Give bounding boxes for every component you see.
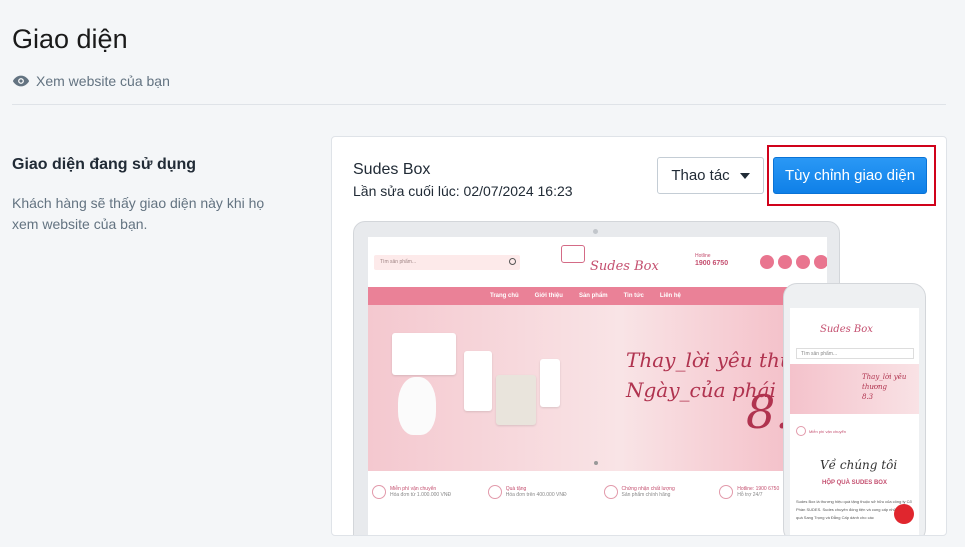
headset-icon bbox=[719, 485, 734, 499]
mobile-preview-frame: Sudes Box Tìm sản phẩm... Thay_lời yêu t… bbox=[783, 283, 926, 535]
cup-image bbox=[540, 359, 560, 407]
truck-icon bbox=[796, 426, 806, 436]
location-icon bbox=[760, 255, 774, 269]
feature-item: Miễn phí vận chuyển Hóa đơn từ 1.000.000 … bbox=[372, 485, 476, 499]
preview-header: Tìm sản phẩm... Sudes Box Hotline 1900 6… bbox=[368, 237, 827, 287]
view-website-link[interactable]: Xem website của bạn bbox=[12, 72, 170, 90]
mobile-preview-screen: Sudes Box Tìm sản phẩm... Thay_lời yêu t… bbox=[790, 308, 919, 535]
mobile-about-title: Về chúng tôi bbox=[820, 458, 898, 472]
customize-theme-button[interactable]: Tùy chỉnh giao diện bbox=[773, 157, 927, 194]
page-title: Giao diện bbox=[12, 24, 128, 54]
current-theme-card: Sudes Box Lần sửa cuối lúc: 02/07/2024 1… bbox=[331, 136, 947, 536]
actions-label: Thao tác bbox=[671, 167, 730, 184]
mobile-banner-text: Thay_lời yêu thương 8.3 bbox=[862, 373, 907, 401]
actions-dropdown-button[interactable]: Thao tác bbox=[657, 157, 764, 194]
cart-icon bbox=[814, 255, 827, 269]
feature-item: Chứng nhận chất lượng Sản phẩm chính hãng bbox=[603, 485, 708, 499]
mobile-search: Tìm sản phẩm... bbox=[796, 348, 914, 359]
gift-icon bbox=[561, 245, 585, 263]
banner-pager-dot bbox=[594, 461, 598, 465]
feature-item: Quà tặng Hóa đơn trên 400.000 VNĐ bbox=[487, 485, 592, 499]
preview-search: Tìm sản phẩm... bbox=[374, 255, 520, 270]
mobile-heading: HỘP QUÀ SUDES BOX bbox=[822, 480, 887, 486]
preview-nav: Trang chủ Giới thiệu Sản phẩm Tin tức Li… bbox=[368, 287, 827, 305]
gift-icon bbox=[487, 485, 502, 499]
preview-hotline: Hotline 1900 6750 bbox=[695, 253, 729, 267]
chat-icon bbox=[894, 504, 914, 524]
header-divider bbox=[12, 104, 946, 105]
section-title: Giao diện đang sử dụng bbox=[12, 156, 197, 173]
theme-last-edited: Lần sửa cuối lúc: 02/07/2024 16:23 bbox=[353, 183, 573, 199]
preview-features: Miễn phí vận chuyển Hóa đơn từ 1.000.000 … bbox=[368, 471, 827, 499]
caret-down-icon bbox=[739, 172, 750, 179]
mobile-logo: Sudes Box bbox=[820, 324, 873, 335]
section-description: Khách hàng sẽ thấy giao diện này khi họ … bbox=[12, 195, 265, 232]
preview-banner: Thay_lời yêu thương Ngày_của phái nữ 8.3 bbox=[368, 305, 827, 471]
mobile-feature: Miễn phí vận chuyển bbox=[796, 426, 846, 436]
eye-icon bbox=[12, 75, 30, 87]
bag-image bbox=[496, 375, 536, 425]
desktop-preview-screen: Tìm sản phẩm... Sudes Box Hotline 1900 6… bbox=[368, 237, 827, 535]
camera-icon bbox=[593, 229, 598, 234]
preview-logo: Sudes Box bbox=[590, 259, 659, 274]
truck-icon bbox=[372, 485, 386, 499]
badge-icon bbox=[603, 485, 618, 499]
view-website-label: Xem website của bạn bbox=[36, 73, 170, 89]
mobile-banner: Thay_lời yêu thương 8.3 bbox=[790, 364, 919, 414]
preview-nav-item: Giới thiệu bbox=[534, 293, 563, 299]
theme-name: Sudes Box bbox=[353, 161, 431, 178]
preview-nav-item: Sản phẩm bbox=[578, 293, 608, 299]
preview-nav-item: Tin tức bbox=[623, 293, 644, 299]
preview-nav-item: Trang chủ bbox=[490, 293, 519, 299]
search-icon bbox=[509, 258, 516, 265]
preview-nav-item: Liên hệ bbox=[659, 293, 681, 299]
heart-icon bbox=[778, 255, 792, 269]
bottle-image bbox=[464, 351, 492, 411]
user-icon bbox=[796, 255, 810, 269]
gift-box-image bbox=[392, 333, 456, 375]
rabbit-image bbox=[398, 377, 436, 435]
desktop-preview-frame: Tìm sản phẩm... Sudes Box Hotline 1900 6… bbox=[353, 221, 840, 535]
